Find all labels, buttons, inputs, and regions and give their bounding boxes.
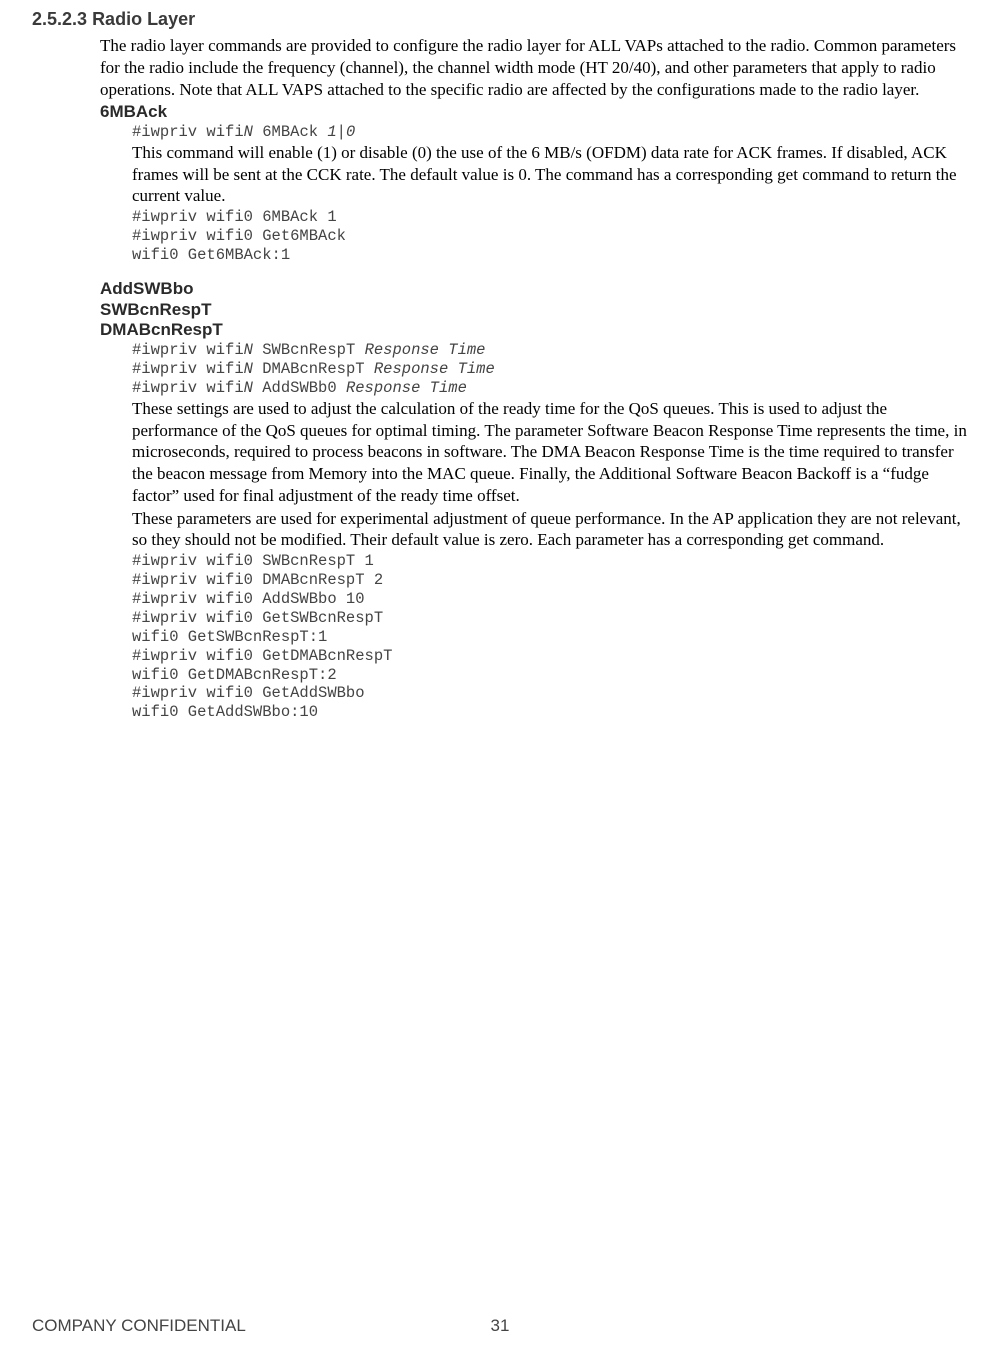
section-heading: 2.5.2.3 Radio Layer [32,8,968,31]
code-var: N [244,341,253,359]
command-example-6mback: #iwpriv wifi0 6MBAck 1 #iwpriv wifi0 Get… [132,208,968,265]
page-footer: COMPANY CONFIDENTIAL 31 [32,1315,968,1337]
footer-page-number: 31 [491,1315,510,1337]
command-syntax-dmabcnrespt: #iwpriv wifiN DMABcnRespT Response Time [132,360,968,379]
code-var: N [244,123,253,141]
command-heading-swbcnrespt: SWBcnRespT [100,300,968,321]
code-var: Response Time [374,360,495,378]
command-syntax-swbcnrespt: #iwpriv wifiN SWBcnRespT Response Time [132,341,968,360]
command-heading-dmabcnrespt: DMABcnRespT [100,320,968,341]
section-number: 2.5.2.3 [32,9,87,29]
command-desc-bcnresp-1: These settings are used to adjust the ca… [132,398,968,507]
command-heading-addswbbo: AddSWBbo [100,279,968,300]
command-heading-6mback: 6MBAck [100,102,968,123]
command-syntax-addswbb0: #iwpriv wifiN AddSWBb0 Response Time [132,379,968,398]
footer-confidential: COMPANY CONFIDENTIAL [32,1316,246,1335]
command-desc-bcnresp-2: These parameters are used for experiment… [132,508,968,552]
code-var: Response Time [346,379,467,397]
code-var: 1|0 [327,123,355,141]
code-text: #iwpriv wifi [132,341,244,359]
command-syntax-6mback: #iwpriv wifiN 6MBAck 1|0 [132,123,968,142]
code-text: #iwpriv wifi [132,379,244,397]
code-var: N [244,379,253,397]
code-text: DMABcnRespT [253,360,374,378]
code-text: SWBcnRespT [253,341,365,359]
section-intro: The radio layer commands are provided to… [100,35,968,100]
code-text: #iwpriv wifi [132,360,244,378]
command-desc-6mback: This command will enable (1) or disable … [132,142,968,207]
command-example-bcnresp: #iwpriv wifi0 SWBcnRespT 1 #iwpriv wifi0… [132,552,968,722]
code-var: Response Time [365,341,486,359]
section-title: Radio Layer [92,9,195,29]
code-text: 6MBAck [253,123,327,141]
code-text: AddSWBb0 [253,379,346,397]
code-text: #iwpriv wifi [132,123,244,141]
code-var: N [244,360,253,378]
